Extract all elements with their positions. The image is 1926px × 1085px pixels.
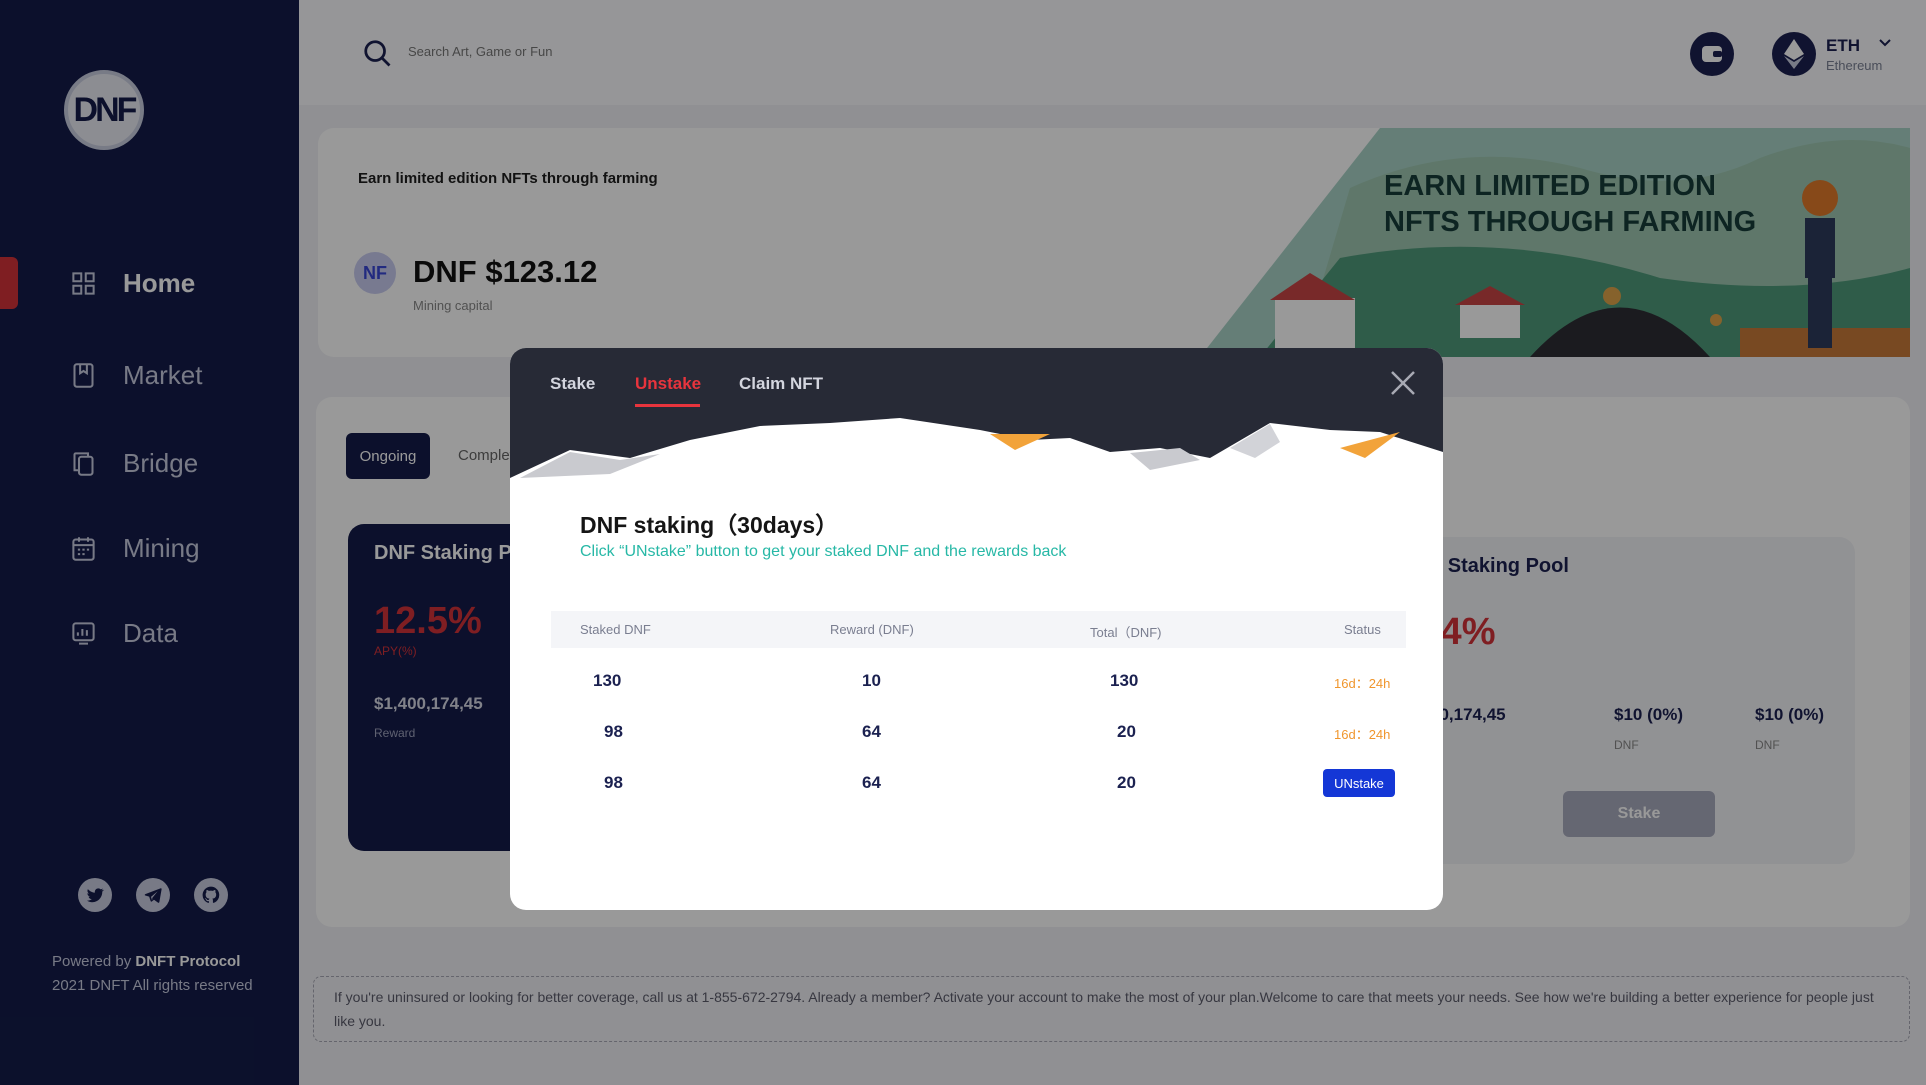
column-header: Staked DNF xyxy=(580,622,651,637)
unstake-modal: Stake Unstake Claim NFT DNF staking（30da… xyxy=(510,348,1443,910)
column-header: Status xyxy=(1344,622,1381,637)
total-cell: 20 xyxy=(1117,722,1136,741)
modal-title: DNF staking（30days） xyxy=(580,512,839,538)
tab-unstake[interactable]: Unstake xyxy=(635,374,701,394)
unstake-button[interactable]: UNstake xyxy=(1323,769,1395,797)
close-icon[interactable] xyxy=(1388,368,1418,398)
reward-cell: 10 xyxy=(862,671,881,690)
tab-stake[interactable]: Stake xyxy=(550,374,595,394)
status-countdown: 16d：24h xyxy=(1334,727,1391,742)
total-cell: 130 xyxy=(1110,671,1139,690)
reward-cell: 64 xyxy=(862,773,881,792)
staked-cell: 98 xyxy=(604,773,623,792)
table-header xyxy=(551,611,1406,648)
status-countdown: 16d：24h xyxy=(1334,676,1391,691)
tab-claim-nft[interactable]: Claim NFT xyxy=(739,374,823,394)
total-cell: 20 xyxy=(1117,773,1136,792)
active-tab-indicator xyxy=(635,404,700,407)
modal-subtitle: Click “UNstake” button to get your stake… xyxy=(580,543,1067,560)
staked-cell: 130 xyxy=(593,671,622,690)
staked-cell: 98 xyxy=(604,722,623,741)
column-header: Reward (DNF) xyxy=(830,622,914,637)
mountain-decoration xyxy=(510,418,1443,488)
modal-header xyxy=(510,348,1443,488)
column-header: Total（DNF) xyxy=(1090,625,1162,640)
reward-cell: 64 xyxy=(862,722,881,741)
